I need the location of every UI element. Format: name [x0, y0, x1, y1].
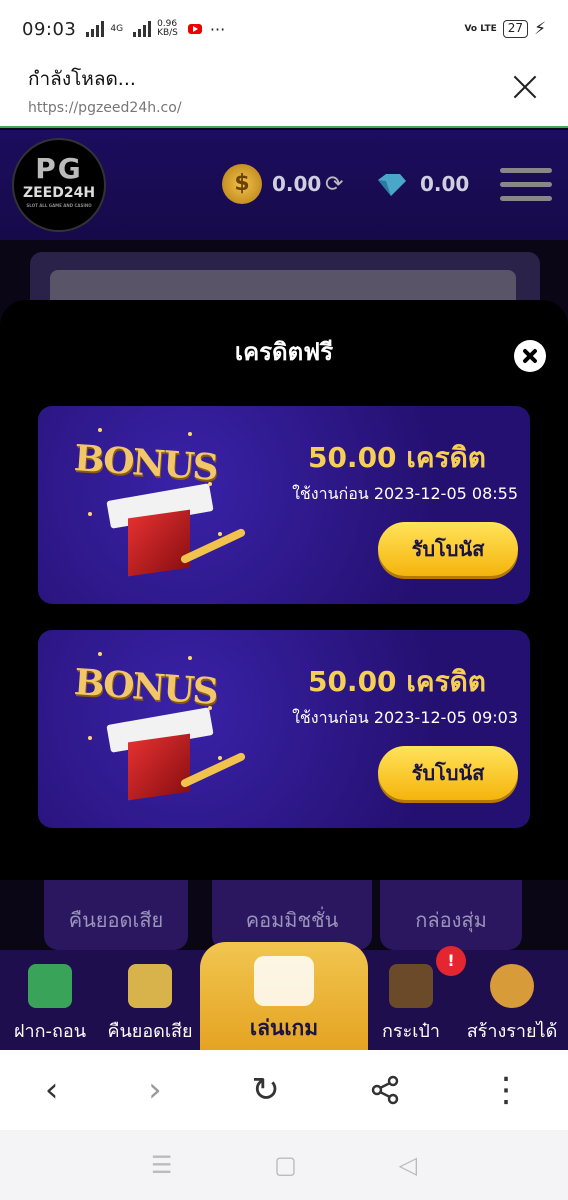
nav-label: กระเป๋า — [382, 1021, 440, 1042]
expiry-text: ใช้งานก่อน 2023-12-05 09:03 — [292, 708, 518, 727]
page-loading-title: กำลังโหลด... — [28, 68, 136, 90]
nav-label: สร้างรายได้ — [466, 1021, 558, 1042]
expiry-text: ใช้งานก่อน 2023-12-05 08:55 — [292, 484, 518, 503]
speed-unit: KB/S — [157, 28, 178, 38]
nav-play-game[interactable]: เล่นเกม — [200, 942, 368, 1050]
free-credit-modal: เครดิตฟรี BONUS 50.00 เครดิต ใช้งานก่อน … — [0, 300, 568, 880]
logo-tagline: SLOT ALL GAME AND CASINO — [26, 203, 92, 208]
signal-icon-2 — [133, 21, 152, 37]
browser-url-bar[interactable]: กำลังโหลด... https://pgzeed24h.co/ — [0, 58, 568, 128]
site-logo[interactable]: PG ZEED24H SLOT ALL GAME AND CASINO — [12, 138, 106, 232]
nav-label: ฝาก-ถอน — [13, 1021, 87, 1042]
logo-pg: PG — [35, 152, 83, 185]
bottom-nav: ฝาก-ถอน คืนยอดเสีย เล่นเกม กระเป๋า สร้าง… — [0, 942, 568, 1050]
slot-machine-icon — [254, 956, 314, 1006]
nav-earn-income[interactable]: สร้างรายได้ — [456, 950, 568, 1050]
money-icon — [28, 964, 72, 1008]
status-time: 09:03 — [22, 18, 77, 40]
people-icon — [490, 964, 534, 1008]
nav-deposit-withdraw[interactable]: ฝาก-ถอน — [0, 950, 100, 1050]
nav-label: คืนยอดเสีย — [107, 1021, 193, 1042]
coin-balance: 0.00 — [272, 172, 322, 196]
more-notifications-icon: ··· — [209, 19, 226, 39]
claim-bonus-button[interactable]: รับโบนัส — [378, 522, 518, 576]
forward-icon[interactable]: › — [148, 1070, 162, 1110]
bonus-gift-illustration: BONUS — [68, 422, 247, 592]
menu-tile-commission[interactable]: คอมมิชชั่น — [212, 880, 372, 950]
share-icon[interactable] — [370, 1075, 400, 1105]
more-menu-icon[interactable]: ⋮ — [489, 1070, 523, 1110]
signal-icon — [86, 21, 105, 37]
menu-tile-cashback[interactable]: คืนยอดเสีย — [44, 880, 188, 950]
credit-amount: 50.00 เครดิต — [307, 665, 486, 698]
coin-icon: $ — [222, 164, 262, 204]
reload-icon[interactable]: ↻ — [251, 1070, 280, 1110]
recents-icon[interactable]: ☰ — [151, 1151, 173, 1179]
nav-label: เล่นเกม — [249, 1016, 319, 1040]
logo-zeed: ZEED24H — [22, 185, 96, 201]
network-type: 4G — [110, 23, 124, 34]
bonus-card: BONUS 50.00 เครดิต ใช้งานก่อน 2023-12-05… — [38, 630, 530, 828]
android-nav-bar: ☰ ▢ ◁ — [0, 1130, 568, 1200]
home-icon[interactable]: ▢ — [274, 1151, 297, 1179]
credit-amount: 50.00 เครดิต — [307, 441, 486, 474]
browser-toolbar: ‹ › ↻ ⋮ — [0, 1050, 568, 1130]
menu-tile-random-box[interactable]: กล่องสุ่ม — [380, 880, 522, 950]
charging-icon: ⚡ — [534, 19, 546, 39]
bonus-card: BONUS 50.00 เครดิต ใช้งานก่อน 2023-12-05… — [38, 406, 530, 604]
nav-cashback[interactable]: คืนยอดเสีย — [100, 950, 200, 1050]
claim-bonus-button[interactable]: รับโบนัส — [378, 746, 518, 800]
modal-close-icon[interactable] — [514, 340, 546, 372]
volte-indicator: Vo LTE — [464, 23, 497, 34]
gem-balance: 0.00 — [420, 172, 470, 196]
refresh-icon[interactable]: ⟳ — [325, 172, 343, 197]
notification-badge: ! — [436, 946, 466, 976]
android-back-icon[interactable]: ◁ — [399, 1151, 417, 1179]
close-tab-icon[interactable] — [510, 72, 540, 102]
network-speed: 0.96 KB/S — [157, 20, 178, 38]
back-icon[interactable]: ‹ — [45, 1070, 59, 1110]
status-bar: 09:03 4G 0.96 KB/S ··· Vo LTE 27 ⚡ — [0, 0, 568, 58]
bonus-word: BONUS — [72, 437, 219, 489]
bonus-gift-illustration: BONUS — [68, 646, 247, 816]
cashback-icon — [128, 964, 172, 1008]
youtube-icon — [187, 24, 202, 34]
wallet-icon — [389, 964, 433, 1008]
site-header: PG ZEED24H SLOT ALL GAME AND CASINO $ 0.… — [0, 130, 568, 240]
modal-title: เครดิตฟรี — [234, 338, 334, 366]
hamburger-menu-icon[interactable] — [500, 168, 552, 210]
gem-icon — [378, 174, 406, 196]
battery-icon: 27 — [502, 20, 529, 38]
url-text[interactable]: https://pgzeed24h.co/ — [28, 100, 540, 116]
bonus-word: BONUS — [72, 661, 219, 713]
